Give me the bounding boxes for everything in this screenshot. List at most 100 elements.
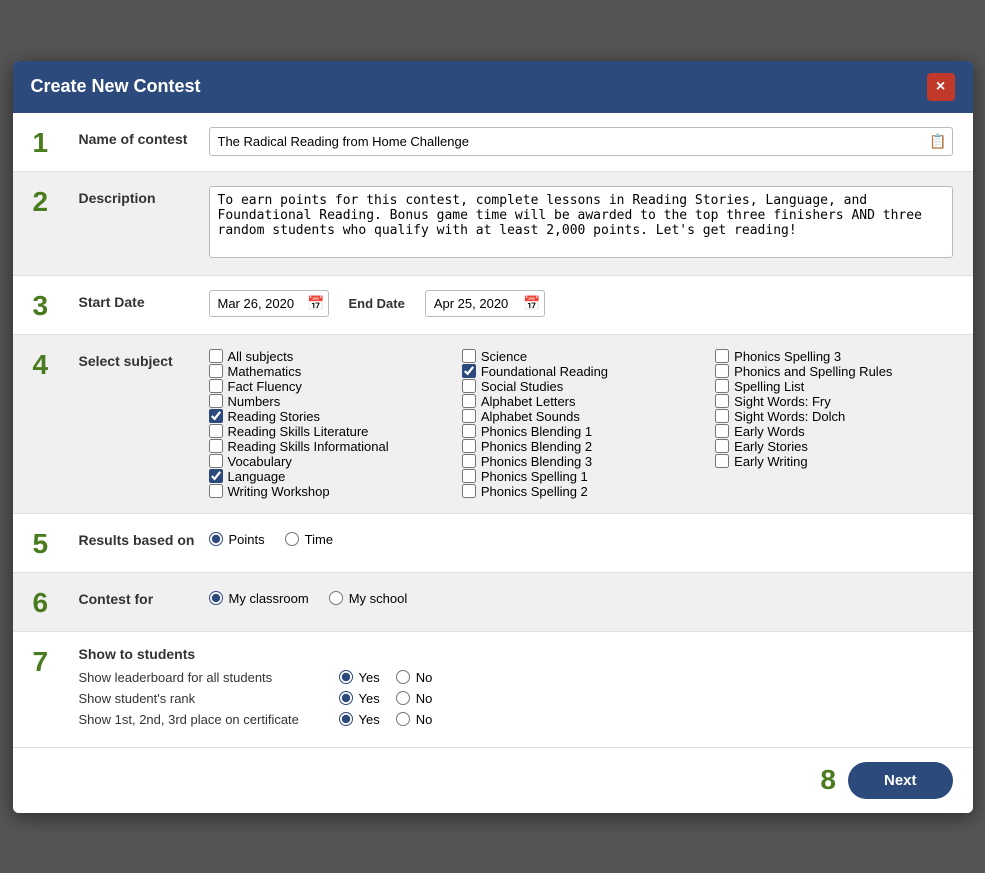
subject-reading-skills-lit[interactable]: Reading Skills Literature <box>209 424 446 439</box>
step-3-content: 📅 End Date 📅 <box>209 290 953 320</box>
cb-reading-skills-lit[interactable] <box>209 424 223 438</box>
contest-for-radio-row: My classroom My school <box>209 587 953 606</box>
results-time-option[interactable]: Time <box>285 532 333 547</box>
end-date-icon[interactable]: 📅 <box>523 295 540 312</box>
section-4: 4 Select subject All subjects Mathematic… <box>13 335 973 514</box>
cb-spelling-list[interactable] <box>715 379 729 393</box>
subject-early-stories[interactable]: Early Stories <box>715 439 952 454</box>
cb-sight-words-dolch[interactable] <box>715 409 729 423</box>
cb-phonics-blending3[interactable] <box>462 454 476 468</box>
cb-foundational-reading[interactable] <box>462 364 476 378</box>
results-points-radio[interactable] <box>209 532 223 546</box>
modal-title: Create New Contest <box>31 76 201 97</box>
subject-spelling-list[interactable]: Spelling List <box>715 379 952 394</box>
cb-phonics-spelling2[interactable] <box>462 484 476 498</box>
subject-sight-words-dolch[interactable]: Sight Words: Dolch <box>715 409 952 424</box>
subject-numbers[interactable]: Numbers <box>209 394 446 409</box>
cb-phonics-blending1[interactable] <box>462 424 476 438</box>
cb-phonics-blending2[interactable] <box>462 439 476 453</box>
step-7-label: Show to students <box>79 646 953 662</box>
cb-fact-fluency[interactable] <box>209 379 223 393</box>
cb-social-studies[interactable] <box>462 379 476 393</box>
cb-mathematics[interactable] <box>209 364 223 378</box>
description-input[interactable]: To earn points for this contest, complet… <box>209 186 953 258</box>
contest-my-school-radio[interactable] <box>329 591 343 605</box>
step-8-number: 8 <box>820 764 836 796</box>
subject-phonics-spelling3[interactable]: Phonics Spelling 3 <box>715 349 952 364</box>
cb-early-stories[interactable] <box>715 439 729 453</box>
rank-yes-radio[interactable] <box>339 691 353 705</box>
start-date-icon[interactable]: 📅 <box>307 295 324 312</box>
subject-mathematics[interactable]: Mathematics <box>209 364 446 379</box>
subject-language[interactable]: Language <box>209 469 446 484</box>
cb-phonics-spelling3[interactable] <box>715 349 729 363</box>
section-7: 7 Show to students Show leaderboard for … <box>13 632 973 748</box>
subject-alphabet-letters[interactable]: Alphabet Letters <box>462 394 699 409</box>
show-row-rank-label: Show student's rank <box>79 691 339 706</box>
show-row-leaderboard: Show leaderboard for all students Yes No <box>79 670 953 685</box>
cb-language[interactable] <box>209 469 223 483</box>
subject-phonics-blending3[interactable]: Phonics Blending 3 <box>462 454 699 469</box>
close-button[interactable]: × <box>927 73 955 101</box>
subject-fact-fluency[interactable]: Fact Fluency <box>209 379 446 394</box>
subject-social-studies[interactable]: Social Studies <box>462 379 699 394</box>
leaderboard-no-radio[interactable] <box>396 670 410 684</box>
subject-reading-stories[interactable]: Reading Stories <box>209 409 446 424</box>
cb-alphabet-letters[interactable] <box>462 394 476 408</box>
cb-vocabulary[interactable] <box>209 454 223 468</box>
results-points-option[interactable]: Points <box>209 532 265 547</box>
cb-reading-skills-info[interactable] <box>209 439 223 453</box>
cb-early-writing[interactable] <box>715 454 729 468</box>
cb-numbers[interactable] <box>209 394 223 408</box>
cb-writing-workshop[interactable] <box>209 484 223 498</box>
step-6-label: Contest for <box>79 587 209 617</box>
subject-alphabet-sounds[interactable]: Alphabet Sounds <box>462 409 699 424</box>
contest-my-classroom-option[interactable]: My classroom <box>209 591 309 606</box>
cb-alphabet-sounds[interactable] <box>462 409 476 423</box>
section-5: 5 Results based on Points Time <box>13 514 973 573</box>
contest-my-school-option[interactable]: My school <box>329 591 408 606</box>
subject-vocabulary[interactable]: Vocabulary <box>209 454 446 469</box>
leaderboard-yes-radio[interactable] <box>339 670 353 684</box>
leaderboard-no-option[interactable]: No <box>396 670 433 685</box>
step-7-content: Show to students Show leaderboard for al… <box>79 646 953 733</box>
cb-early-words[interactable] <box>715 424 729 438</box>
cb-sight-words-fry[interactable] <box>715 394 729 408</box>
place-yes-option[interactable]: Yes <box>339 712 380 727</box>
section-8: 8 Next <box>13 748 973 813</box>
subject-writing-workshop[interactable]: Writing Workshop <box>209 484 446 499</box>
subject-phonics-spelling2[interactable]: Phonics Spelling 2 <box>462 484 699 499</box>
contest-name-input[interactable] <box>209 127 953 156</box>
step-2-content: To earn points for this contest, complet… <box>209 186 953 261</box>
step-6-content: My classroom My school <box>209 587 953 617</box>
subject-phonics-blending2[interactable]: Phonics Blending 2 <box>462 439 699 454</box>
cb-science[interactable] <box>462 349 476 363</box>
subject-reading-skills-info[interactable]: Reading Skills Informational <box>209 439 446 454</box>
subject-all-subjects[interactable]: All subjects <box>209 349 446 364</box>
rank-no-option[interactable]: No <box>396 691 433 706</box>
subject-sight-words-fry[interactable]: Sight Words: Fry <box>715 394 952 409</box>
subject-early-writing[interactable]: Early Writing <box>715 454 952 469</box>
subject-foundational-reading[interactable]: Foundational Reading <box>462 364 699 379</box>
subject-phonics-spelling-rules[interactable]: Phonics and Spelling Rules <box>715 364 952 379</box>
cb-all-subjects[interactable] <box>209 349 223 363</box>
cb-phonics-spelling1[interactable] <box>462 469 476 483</box>
leaderboard-yes-option[interactable]: Yes <box>339 670 380 685</box>
subject-phonics-spelling1[interactable]: Phonics Spelling 1 <box>462 469 699 484</box>
rank-no-radio[interactable] <box>396 691 410 705</box>
next-button[interactable]: Next <box>848 762 953 799</box>
cb-reading-stories[interactable] <box>209 409 223 423</box>
place-yes-radio[interactable] <box>339 712 353 726</box>
results-time-radio[interactable] <box>285 532 299 546</box>
place-no-radio[interactable] <box>396 712 410 726</box>
step-1-content: 📋 <box>209 127 953 157</box>
col1-subjects: All subjects Mathematics Fact Fluency Nu… <box>209 349 446 499</box>
show-row-place: Show 1st, 2nd, 3rd place on certificate … <box>79 712 953 727</box>
contest-my-classroom-radio[interactable] <box>209 591 223 605</box>
subject-early-words[interactable]: Early Words <box>715 424 952 439</box>
place-no-option[interactable]: No <box>396 712 433 727</box>
subject-phonics-blending1[interactable]: Phonics Blending 1 <box>462 424 699 439</box>
cb-phonics-spelling-rules[interactable] <box>715 364 729 378</box>
subject-science[interactable]: Science <box>462 349 699 364</box>
rank-yes-option[interactable]: Yes <box>339 691 380 706</box>
